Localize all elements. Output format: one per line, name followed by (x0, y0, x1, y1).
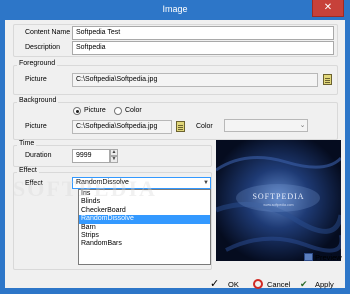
ok-button-label: OK (228, 280, 239, 289)
content-name-input[interactable]: Softpedia Test (72, 26, 334, 40)
cancel-button-label: Cancel (267, 280, 291, 289)
foreground-group-label: Foreground (17, 60, 58, 67)
cancel-icon (253, 279, 263, 289)
browse-file-icon[interactable] (176, 121, 185, 132)
foreground-picture-path[interactable]: C:\Softpedia\Softpedia.jpg (72, 73, 318, 87)
checkmark-icon: ✓ (210, 278, 220, 290)
duration-input[interactable]: 9999 (72, 149, 110, 163)
spin-up-icon[interactable]: ▲ (110, 149, 118, 156)
chevron-down-icon[interactable]: ▼ (202, 178, 210, 188)
time-group-label: Time (17, 140, 37, 147)
background-picture-path[interactable]: C:\Softpedia\Softpedia.jpg (72, 120, 172, 134)
content-name-label: Content Name (25, 29, 71, 36)
background-picture-label: Picture (25, 123, 47, 130)
description-label: Description (25, 44, 61, 51)
dialog-body: Content Name Softpedia Test Description … (5, 20, 345, 290)
title-bar[interactable]: Image ✕ (0, 0, 350, 20)
color-radio-label: Color (125, 107, 142, 114)
preview-image: SOFTPEDIA www.softpedia.com (216, 140, 341, 261)
picture-radio-label: Picture (84, 107, 106, 114)
background-group-label: Background (17, 97, 59, 104)
chevron-down-icon[interactable]: ⌄ (297, 120, 308, 131)
color-label: Color (196, 123, 213, 130)
color-radio[interactable] (114, 107, 122, 115)
cancel-button[interactable]: Cancel (253, 279, 297, 293)
spin-down-icon[interactable]: ▼ (110, 156, 118, 163)
close-button[interactable]: ✕ (312, 0, 344, 17)
effect-group-label: Effect (17, 167, 39, 174)
dialog-window: Image ✕ Content Name Softpedia Test Desc… (0, 0, 350, 294)
foreground-picture-label: Picture (25, 76, 47, 83)
effect-option[interactable]: RandomBars (79, 240, 210, 248)
preview-tagline: www.softpedia.com (263, 203, 294, 207)
ok-button[interactable]: ✓ OK (210, 278, 244, 293)
effect-option[interactable]: CheckerBoard (79, 207, 210, 215)
preview-logo-text: SOFTPEDIA (252, 192, 305, 201)
window-title: Image (162, 4, 188, 14)
preview-button-label: Preview (315, 253, 342, 262)
apply-icon: ✔ (300, 279, 308, 289)
browse-file-icon[interactable] (323, 74, 332, 85)
duration-label: Duration (25, 152, 52, 159)
description-input[interactable]: Softpedia (72, 41, 334, 55)
apply-button[interactable]: ✔ Apply (300, 279, 340, 293)
color-select[interactable] (224, 119, 308, 132)
watermark: SOFTPEDIA (13, 176, 157, 201)
effect-option[interactable]: Strips (79, 232, 210, 240)
picture-radio[interactable] (73, 107, 81, 115)
effect-option[interactable]: RandomDissolve (79, 215, 210, 224)
apply-button-label: Apply (315, 280, 334, 289)
preview-icon (304, 253, 313, 261)
effect-option[interactable]: Barn (79, 224, 210, 232)
